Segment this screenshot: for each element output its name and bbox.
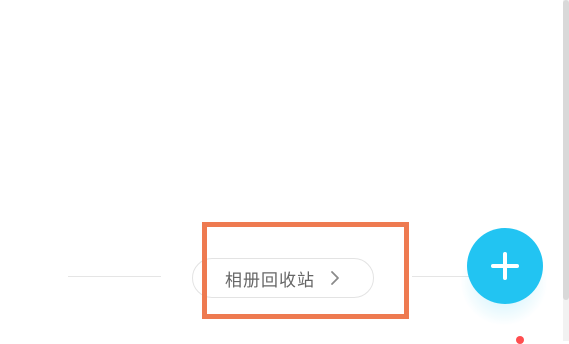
scrollbar-thumb[interactable] [563,0,569,300]
highlight-annotation-box [202,222,409,319]
plus-icon [491,252,519,280]
divider-left [68,276,161,277]
vertical-scrollbar[interactable] [563,0,569,341]
notification-dot [516,336,524,344]
add-button[interactable] [467,228,543,304]
